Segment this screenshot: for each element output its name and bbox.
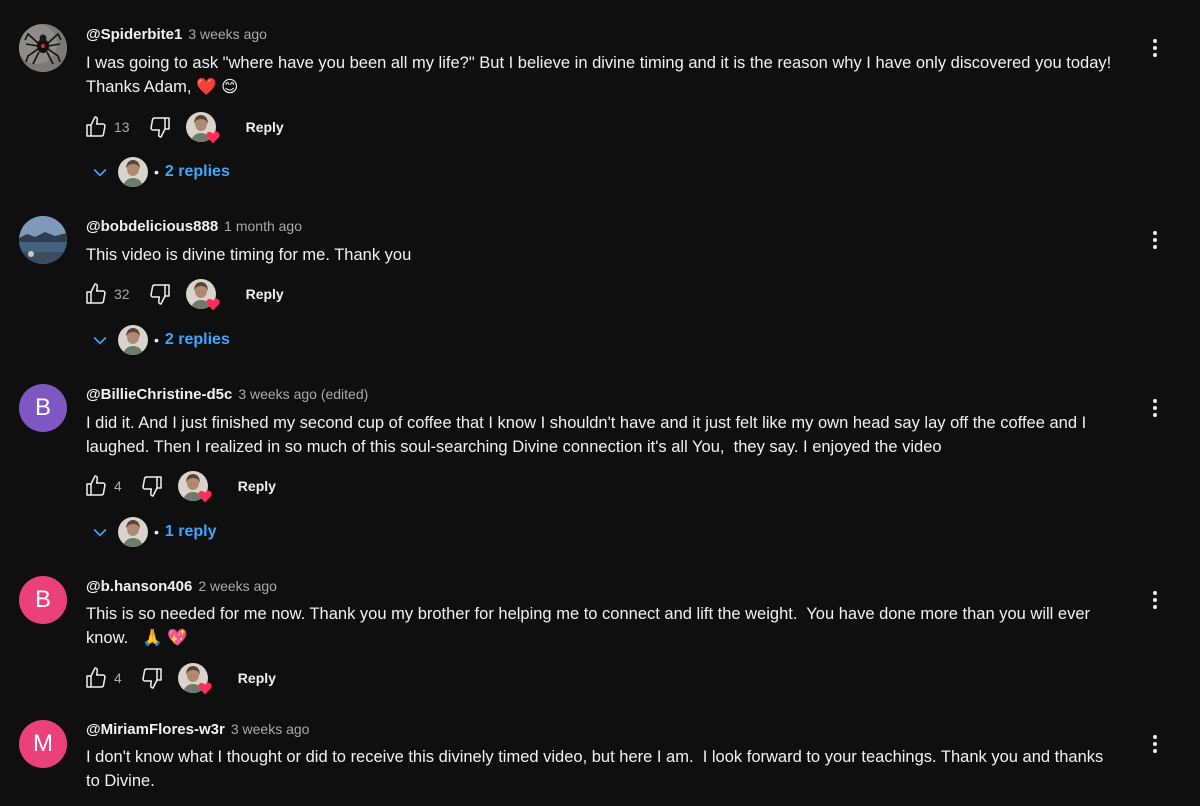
like-count: 13 <box>114 119 130 135</box>
reply-count[interactable]: 2 replies <box>165 163 230 181</box>
kebab-menu-icon <box>1153 231 1157 249</box>
thumb-down-icon <box>140 666 164 690</box>
comment-actions: 32 Reply <box>84 279 284 311</box>
separator-dot: • <box>154 164 159 180</box>
creator-heart <box>178 663 212 695</box>
kebab-menu-icon <box>1153 591 1157 609</box>
chevron-down-icon <box>88 160 112 184</box>
reply-count[interactable]: 1 reply <box>165 523 217 541</box>
kebab-menu-icon <box>1153 39 1157 57</box>
avatar[interactable]: B <box>19 384 67 432</box>
author-name[interactable]: @Spiderbite1 <box>86 26 182 43</box>
separator-dot: • <box>154 524 159 540</box>
thumb-up-icon <box>84 115 108 139</box>
comment-actions: 13 Reply <box>84 112 284 144</box>
dislike-button[interactable] <box>148 282 172 306</box>
separator-dot: • <box>154 332 159 348</box>
thumb-up-icon <box>84 282 108 306</box>
avatar[interactable] <box>19 24 67 72</box>
creator-avatar-icon <box>118 325 148 355</box>
avatar-letter: M <box>33 730 53 757</box>
view-replies-button[interactable]: • 2 replies <box>88 325 230 355</box>
like-button[interactable] <box>84 282 108 306</box>
chevron-down-icon <box>88 328 112 352</box>
comment-text: This video is divine timing for me. Than… <box>86 246 412 264</box>
comment-header: @bobdelicious888 1 month ago <box>86 218 302 242</box>
comment-text: This is so needed for me now. Thank you … <box>86 605 1091 647</box>
avatar[interactable] <box>19 216 67 264</box>
avatar-letter: B <box>34 394 51 421</box>
heart-icon <box>205 131 220 144</box>
avatar[interactable]: M <box>19 720 67 768</box>
thumb-down-icon <box>148 115 172 139</box>
comment-header: @MiriamFlores-w3r 3 weeks ago <box>86 721 309 745</box>
creator-avatar-icon <box>118 517 148 547</box>
kebab-menu-icon <box>1153 399 1157 417</box>
thumb-down-icon <box>148 282 172 306</box>
chevron-down-icon <box>88 520 112 544</box>
view-replies-button[interactable]: • 1 reply <box>88 517 217 547</box>
author-name[interactable]: @MiriamFlores-w3r <box>86 721 225 738</box>
comment-header: @Spiderbite1 3 weeks ago <box>86 26 267 50</box>
dislike-button[interactable] <box>140 474 164 498</box>
kebab-menu-icon <box>1153 735 1157 753</box>
comment-header: @b.hanson406 2 weeks ago <box>86 578 277 602</box>
more-actions-button[interactable] <box>1141 586 1169 614</box>
comment-header: @BillieChristine-d5c 3 weeks ago (edited… <box>86 386 368 410</box>
dislike-button[interactable] <box>148 115 172 139</box>
author-name[interactable]: @BillieChristine-d5c <box>86 386 232 403</box>
reply-count[interactable]: 2 replies <box>165 331 230 349</box>
avatar-letter: B <box>34 586 51 613</box>
author-name[interactable]: @b.hanson406 <box>86 578 192 595</box>
reply-button[interactable]: Reply <box>238 478 276 494</box>
creator-avatar-icon <box>118 157 148 187</box>
creator-heart <box>178 471 212 503</box>
landscape-photo-icon <box>19 216 67 264</box>
heart-icon <box>205 298 220 311</box>
timestamp[interactable]: 2 weeks ago <box>198 578 277 594</box>
comment-text: I was going to ask "where have you been … <box>86 54 1112 96</box>
heart-icon <box>198 682 212 695</box>
reply-button[interactable]: Reply <box>238 670 276 686</box>
reply-button[interactable]: Reply <box>246 119 284 135</box>
author-name[interactable]: @bobdelicious888 <box>86 218 218 235</box>
like-button[interactable] <box>84 115 108 139</box>
creator-avatar <box>118 517 148 547</box>
like-count: 32 <box>114 286 130 302</box>
comment-actions: 4 Reply <box>84 663 276 695</box>
timestamp[interactable]: 1 month ago <box>224 218 302 234</box>
more-actions-button[interactable] <box>1141 394 1169 422</box>
thumb-down-icon <box>140 474 164 498</box>
heart-icon <box>198 490 212 503</box>
view-replies-button[interactable]: • 2 replies <box>88 157 230 187</box>
avatar[interactable]: B <box>19 576 67 624</box>
creator-avatar <box>118 157 148 187</box>
timestamp[interactable]: 3 weeks ago <box>231 721 310 737</box>
more-actions-button[interactable] <box>1141 730 1169 758</box>
thumb-up-icon <box>84 666 108 690</box>
like-count: 4 <box>114 670 122 686</box>
like-count: 4 <box>114 478 122 494</box>
creator-avatar <box>118 325 148 355</box>
reply-button[interactable]: Reply <box>246 286 284 302</box>
timestamp[interactable]: 3 weeks ago <box>188 26 267 42</box>
creator-heart <box>186 112 220 144</box>
comment-text: I did it. And I just finished my second … <box>86 414 1087 456</box>
more-actions-button[interactable] <box>1141 34 1169 62</box>
dislike-button[interactable] <box>140 666 164 690</box>
comment-text: I don't know what I thought or did to re… <box>86 748 1104 790</box>
like-button[interactable] <box>84 474 108 498</box>
comment-actions: 4 Reply <box>84 471 276 503</box>
more-actions-button[interactable] <box>1141 226 1169 254</box>
spider-photo-icon <box>19 24 67 72</box>
creator-heart <box>186 279 220 311</box>
like-button[interactable] <box>84 666 108 690</box>
thumb-up-icon <box>84 474 108 498</box>
timestamp[interactable]: 3 weeks ago (edited) <box>238 386 368 402</box>
